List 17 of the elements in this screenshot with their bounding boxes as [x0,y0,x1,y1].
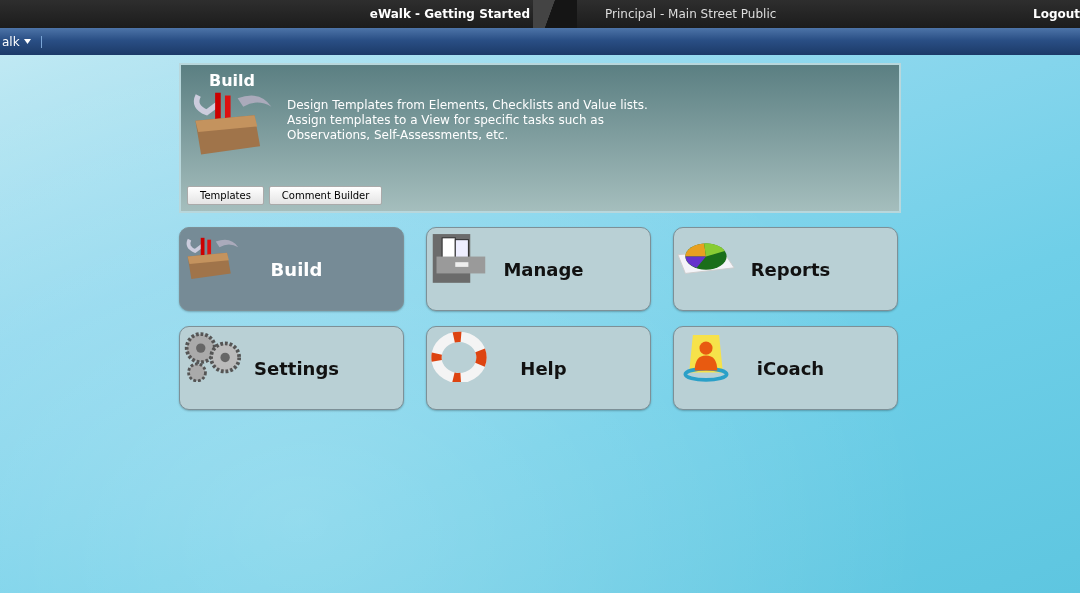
logout-link[interactable]: Logout [1033,7,1080,21]
nav-tile[interactable]: Build [179,227,404,311]
caret-icon[interactable] [23,39,31,44]
gears-icon [182,331,242,382]
panel-title: Build [209,71,256,90]
nav-tile[interactable]: Manage [426,227,651,311]
nav-tile[interactable]: Help [426,326,651,410]
panel-button[interactable]: Templates [187,186,264,205]
context-label: Principal - Main Street Public [605,7,778,21]
app-title: eWalk - Getting Started [368,7,530,21]
panel-description: Design Templates from Elements, Checklists and Value lists. Assign templates to a View for specific tasks such as Observations, Self-Assessments, etc. [287,98,648,143]
menu-item[interactable]: alk [2,34,24,49]
nav-tile[interactable]: iCoach [673,326,898,410]
nav-tile[interactable]: Reports [673,227,898,311]
nav-tile[interactable]: Settings [179,326,404,410]
panel-button[interactable]: Comment Builder [268,186,383,205]
lifebuoy-icon [429,331,489,382]
